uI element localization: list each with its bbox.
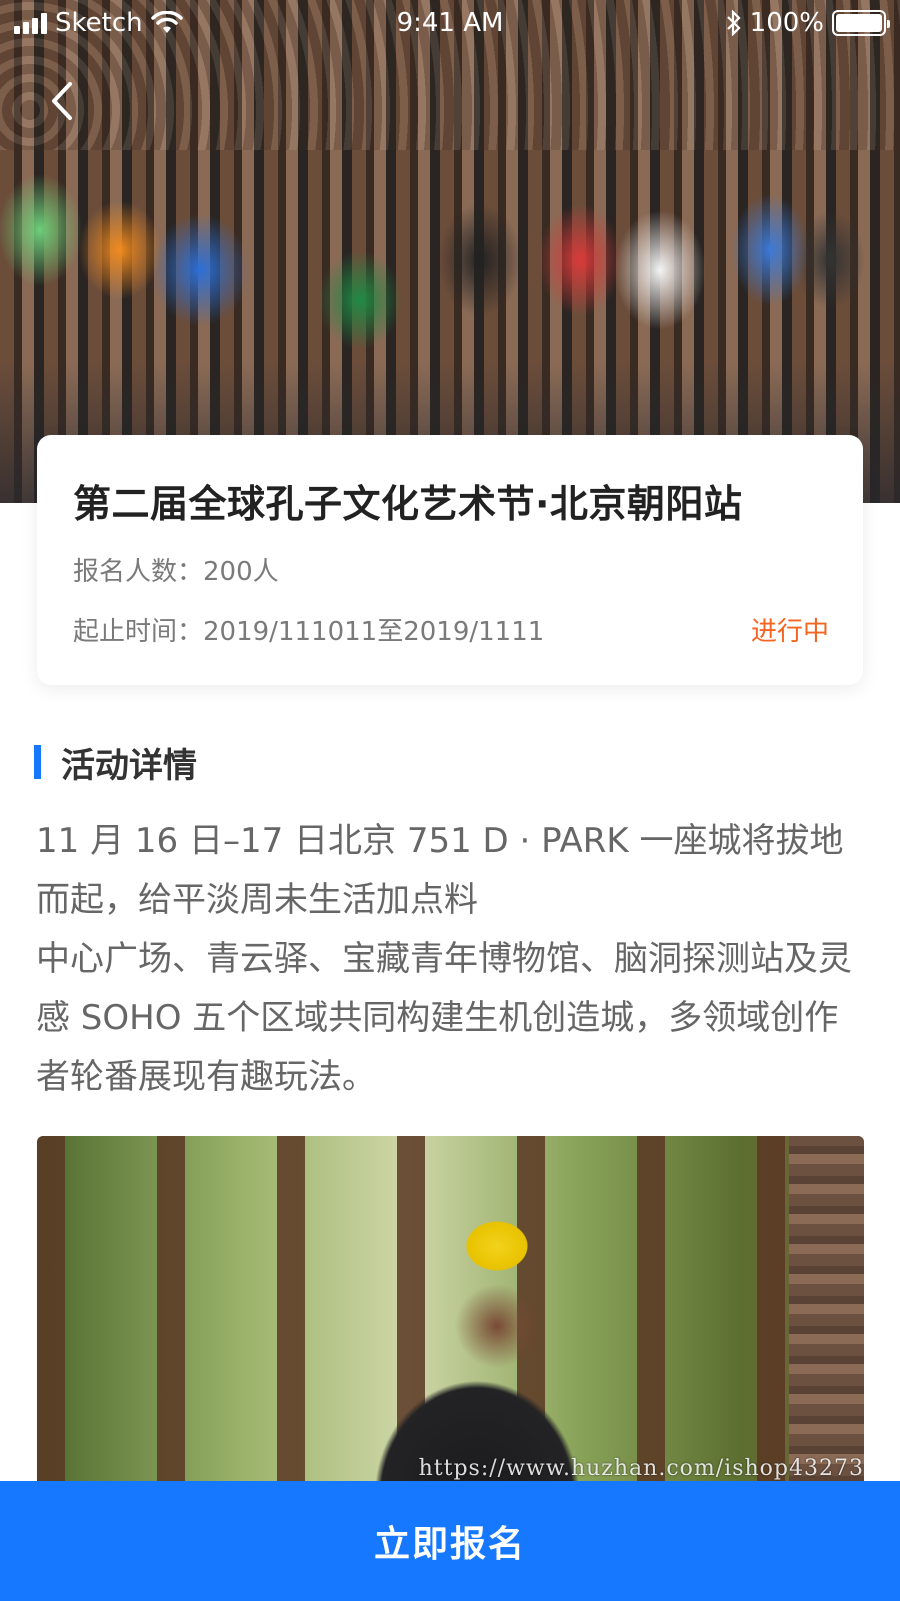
- watermark: https://www.huzhan.com/ishop43273: [418, 1456, 864, 1481]
- event-time-label: 起止时间：: [73, 617, 204, 647]
- signup-count-value: 200人: [203, 557, 279, 587]
- event-time-row: 起止时间：2019/111011至2019/1111: [73, 611, 544, 648]
- back-button[interactable]: [40, 76, 84, 126]
- bluetooth-icon: [726, 10, 741, 36]
- signup-button[interactable]: 立即报名: [0, 1481, 900, 1601]
- battery-icon: [832, 10, 890, 36]
- event-info-card: 第二届全球孔子文化艺术节·北京朝阳站 报名人数：200人 起止时间：2019/1…: [37, 435, 863, 685]
- status-bar: Sketch 9:41 AM 100%: [0, 0, 900, 50]
- event-description: 11 月 16 日–17 日北京 751 D · PARK 一座城将拔地而起，给…: [36, 812, 866, 1107]
- section-title: 活动详情: [61, 745, 197, 786]
- signup-count-row: 报名人数：200人: [73, 551, 279, 588]
- event-time-value: 2019/111011至2019/1111: [203, 617, 545, 647]
- chevron-left-icon: [52, 82, 72, 120]
- hero-photo: [0, 0, 900, 503]
- battery-percent: 100%: [749, 8, 824, 38]
- event-title: 第二届全球孔子文化艺术节·北京朝阳站: [73, 482, 743, 526]
- status-badge: 进行中: [750, 617, 829, 647]
- description-paragraph-2: 中心广场、青云驿、宝藏青年博物馆、脑洞探测站及灵感 SOHO 五个区域共同构建生…: [36, 939, 852, 1097]
- description-paragraph-1: 11 月 16 日–17 日北京 751 D · PARK 一座城将拔地而起，给…: [36, 821, 844, 920]
- section-header: 活动详情: [34, 740, 197, 786]
- signup-count-label: 报名人数：: [73, 557, 204, 587]
- section-accent-bar: [34, 745, 41, 779]
